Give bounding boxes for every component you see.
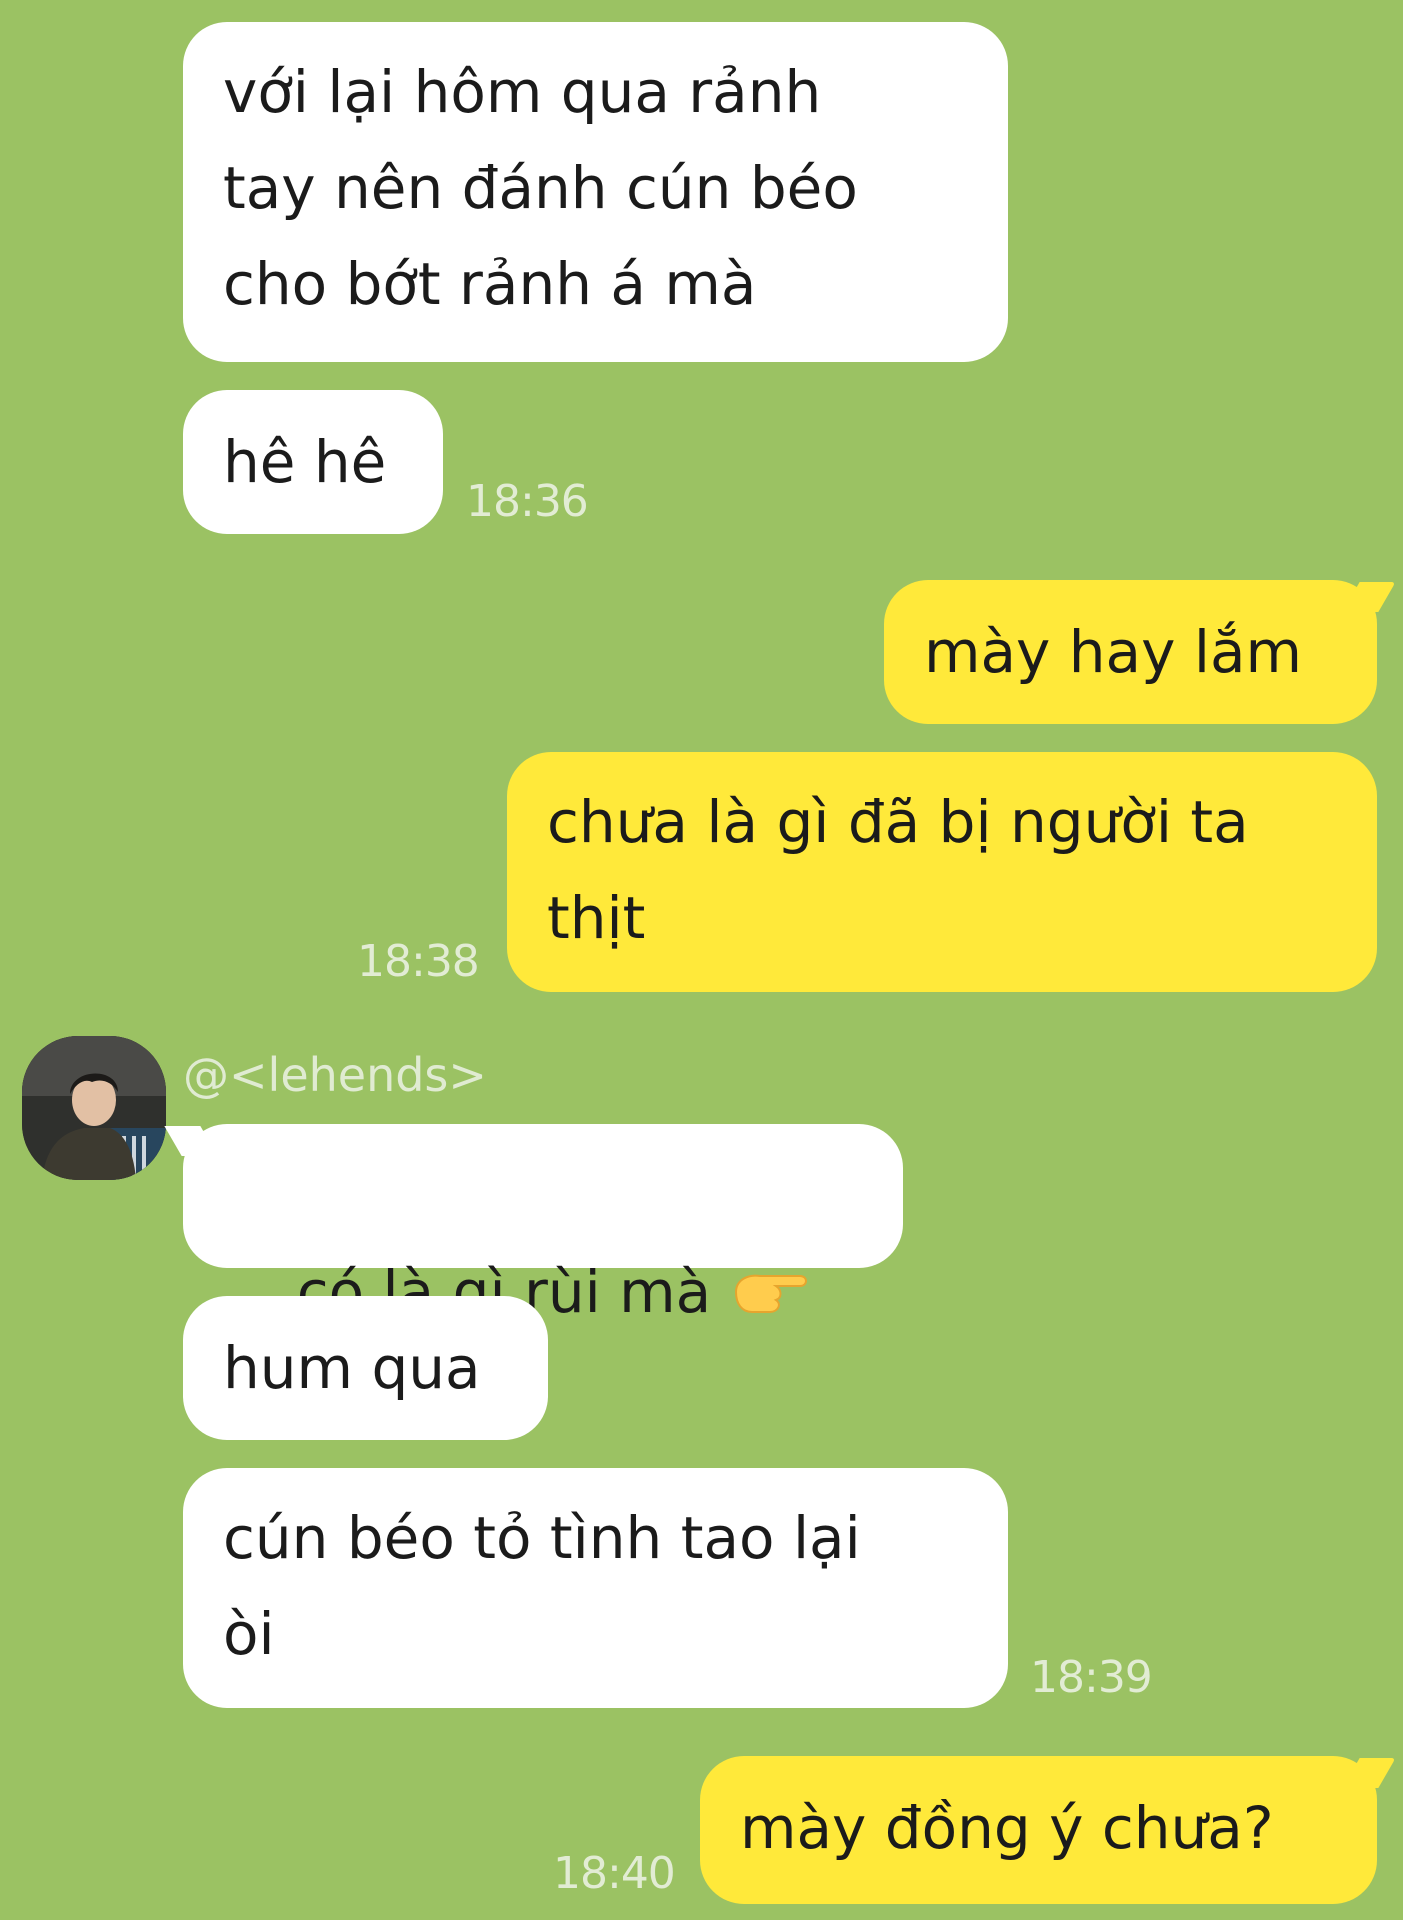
- avatar[interactable]: [22, 1036, 166, 1180]
- message-bubble[interactable]: mày hay lắm: [884, 580, 1377, 724]
- chat-thread[interactable]: với lại hôm qua rảnh tay nên đánh cún bé…: [0, 0, 1403, 1920]
- message-bubble[interactable]: có là gì rùi mà: [183, 1124, 903, 1419]
- message-bubble[interactable]: cún béo tỏ tình tao lại òi: [183, 1468, 1008, 1708]
- avatar-photo-icon: [22, 1036, 166, 1180]
- message-bubble[interactable]: mày đồng ý chưa?: [700, 1756, 1377, 1904]
- sender-name: @<lehends>: [183, 1048, 487, 1102]
- message-timestamp: 18:39: [1030, 1652, 1153, 1703]
- message-timestamp: 18:40: [553, 1848, 676, 1899]
- message-timestamp: 18:36: [466, 476, 589, 527]
- message-bubble[interactable]: chưa là gì đã bị người ta thịt: [507, 752, 1377, 992]
- message-bubble[interactable]: hum qua: [183, 1296, 548, 1440]
- message-bubble[interactable]: hê hê: [183, 390, 443, 534]
- message-bubble[interactable]: với lại hôm qua rảnh tay nên đánh cún bé…: [183, 22, 1008, 362]
- message-timestamp: 18:38: [357, 936, 480, 987]
- backhand-index-pointing-right-icon: [730, 1254, 810, 1350]
